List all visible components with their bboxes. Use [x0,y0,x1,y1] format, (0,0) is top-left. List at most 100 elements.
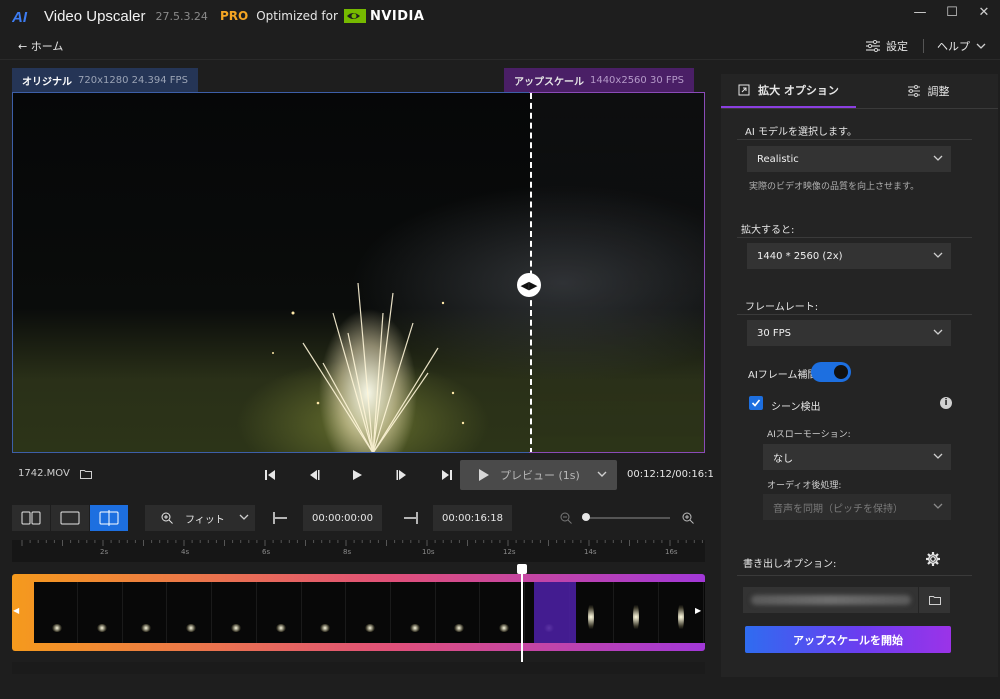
start-upscale-button[interactable]: アップスケールを開始 [745,626,951,653]
tab-adjust[interactable]: 調整 [861,74,996,108]
frame-glow [454,624,465,632]
fireworks-sparks [272,282,465,452]
prev-frame-icon [310,470,320,480]
frame-glow [633,602,640,632]
tick-label: 16s [665,548,678,556]
upscale-info: 1440x2560 30 FPS [589,74,684,86]
nav-divider [923,39,924,53]
frame-glow [499,624,509,632]
section-divider [737,314,972,315]
ai-interp-label: AIフレーム補間 [748,370,818,381]
framerate-label: フレームレート: [745,302,819,313]
scene-detect-checkbox[interactable] [749,396,763,410]
scale-select[interactable]: 1440 * 2560 (2x) [747,243,951,269]
filmstrip[interactable] [12,574,705,651]
check-icon [751,399,761,407]
sliders-icon [907,85,920,97]
chevron-down-icon [976,43,986,49]
enlarge-icon [738,84,750,96]
tick-label: 10s [422,548,435,556]
original-info: 720x1280 24.394 FPS [78,74,188,86]
frame-glow [320,624,331,632]
playhead[interactable] [521,566,523,662]
maximize-button[interactable]: ☐ [936,0,968,24]
options-panel: 拡大 オプション 調整 AI モデルを選択します。 Realistic 実際のビ… [721,74,998,677]
mark-out-icon[interactable] [402,509,420,527]
frame-glow [141,624,152,632]
upscale-label: アップスケール 1440x2560 30 FPS [503,68,694,92]
scale-label: 拡大すると: [741,225,795,236]
ai-model-label: AI モデルを選択します。 [745,127,857,138]
chevron-down-icon [933,252,943,258]
tabs-divider [721,108,998,109]
tick-label: 6s [262,548,271,556]
timecode: 00:12:12/00:16:1 [627,469,714,480]
preview-button[interactable]: プレビュー (1s) [460,460,617,490]
section-divider [737,139,972,140]
frame-glow [52,624,62,632]
filmstrip-frames [34,582,705,643]
split-handle[interactable]: ◀▶ [517,273,541,297]
split-view-button[interactable] [90,505,128,531]
playhead-handle[interactable] [517,564,527,574]
trim-left-handle[interactable]: ◀ [13,606,19,615]
app-name: Video Upscaler [44,7,146,25]
browse-folder-button[interactable] [918,587,950,613]
timeline-zoom-slider[interactable] [560,510,696,526]
next-frame-button[interactable] [392,466,412,484]
trim-right-handle[interactable]: ▶ [695,606,701,615]
timeline-scrollbar[interactable] [12,662,705,674]
chevron-down-icon [933,503,943,509]
nvidia-logo: NVIDIA [343,9,424,24]
gear-icon[interactable] [925,551,941,567]
framerate-value: 30 FPS [757,327,792,339]
video-preview[interactable] [12,92,705,453]
file-name: 1742.MOV [18,468,70,479]
prev-frame-button[interactable] [304,466,324,484]
ai-model-select[interactable]: Realistic [747,146,951,172]
skip-start-button[interactable] [260,466,280,484]
filmstrip-frame [347,582,391,643]
split-view-icon [99,510,119,526]
chevron-down-icon[interactable] [597,469,607,479]
zoom-select[interactable]: フィット [145,505,255,531]
minimize-button[interactable]: — [904,0,936,24]
output-path-field[interactable] [743,587,950,613]
filmstrip-frame [213,582,257,643]
out-time-field[interactable]: 00:00:16:18 [433,505,512,531]
timeline-ruler[interactable]: 2s 4s 6s 8s 10s 12s 14s 16s [12,540,705,562]
filmstrip-frame [570,582,615,643]
mark-in-icon[interactable] [271,509,289,527]
tab-enlarge-label: 拡大 オプション [758,84,839,97]
audio-label: オーディオ後処理: [767,481,842,491]
nav-bar: ← ホーム 設定 ヘルプ [0,32,1000,60]
chevron-down-icon [933,155,943,161]
filmstrip-frame [302,582,347,643]
slowmo-select[interactable]: なし [763,444,951,470]
zoom-in-icon[interactable] [682,512,694,524]
play-icon [353,470,362,480]
sliders-icon [866,39,880,52]
section-divider [737,237,972,238]
play-button[interactable] [347,466,367,484]
single-view-button[interactable] [51,505,89,531]
zoom-out-icon[interactable] [560,512,572,524]
audio-select[interactable]: 音声を同期（ピッチを保持） [763,494,951,520]
settings-link[interactable]: 設定 [866,38,908,54]
home-link[interactable]: ← ホーム [18,38,63,54]
framerate-select[interactable]: 30 FPS [747,320,951,346]
zoom-knob[interactable] [582,513,590,521]
side-by-side-view-button[interactable] [12,505,50,531]
app-version: 27.5.3.24 [155,9,208,23]
in-time-field[interactable]: 00:00:00:00 [303,505,382,531]
tab-enlarge-options[interactable]: 拡大 オプション [721,74,856,108]
help-menu[interactable]: ヘルプ [937,38,986,54]
filmstrip-frame [392,582,436,643]
frame-glow [677,602,684,632]
skip-end-button[interactable] [437,466,457,484]
filmstrip-frame [34,582,78,643]
info-icon[interactable]: i [940,397,952,409]
close-button[interactable]: ✕ [968,0,1000,24]
ai-interp-toggle[interactable] [811,362,851,382]
folder-icon[interactable] [79,469,92,479]
